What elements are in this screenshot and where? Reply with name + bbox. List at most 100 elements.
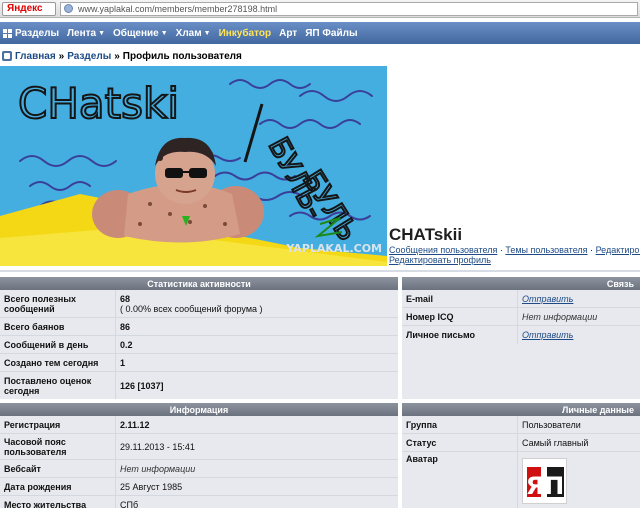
row-label: Дата рождения — [0, 478, 116, 495]
site-favicon-icon — [64, 4, 73, 13]
table-row: Сообщений в день 0.2 — [0, 336, 398, 354]
nav-item-label: ЯП Файлы — [305, 27, 358, 39]
info-panel: Информация Регистрация 2.11.12 Часовой п… — [0, 403, 398, 508]
grid-icon — [3, 28, 12, 38]
profile-links: Сообщения пользователя · Темы пользовате… — [389, 245, 640, 265]
breadcrumb-separator: » — [114, 50, 120, 62]
row-value: ЯП — [518, 452, 640, 508]
nav-item-junk[interactable]: Хлам ▼ — [176, 28, 211, 39]
send-email-link[interactable]: Отправить — [522, 294, 636, 304]
chevron-down-icon: ▼ — [160, 29, 168, 37]
table-row: Номер ICQ Нет информации — [402, 308, 640, 326]
row-value: 29.11.2013 - 15:41 — [120, 441, 195, 452]
breadcrumb-separator: » — [58, 50, 65, 62]
send-private-message-link[interactable]: Отправить — [522, 330, 636, 340]
useful-posts-share: ( 0.00% всех сообщений форума ) — [120, 303, 263, 314]
panel-header: Связь — [402, 277, 640, 290]
row-value: Отправить — [518, 326, 640, 344]
page: Яндекс www.yaplakal.com/members/member27… — [0, 0, 640, 508]
table-row: Группа Пользователи — [402, 416, 640, 434]
table-row: Статус Самый главный — [402, 434, 640, 452]
table-row: Регистрация 2.11.12 — [0, 416, 398, 434]
yandex-search-button[interactable]: Яндекс — [2, 1, 56, 16]
edit-profile-link[interactable]: Редактировать профиль — [389, 255, 491, 265]
table-row: Вебсайт Нет информации — [0, 460, 398, 478]
row-label: Часовой пояс пользователя — [0, 434, 116, 459]
breadcrumb-current: Профиль пользователя — [122, 50, 242, 62]
nav-item-label: Арт — [279, 27, 298, 39]
personal-data-panel: Личные данные Группа Пользователи Статус… — [402, 403, 640, 508]
row-value: Пользователи — [522, 419, 581, 430]
profile-links-row: Редактировать профиль — [389, 255, 640, 265]
panel-header: Личные данные — [402, 403, 640, 416]
nav-item-label: Лента — [67, 27, 97, 39]
row-label: Сообщений в день — [0, 336, 116, 353]
watermark-text: YAPLAKAL.COM — [285, 242, 382, 255]
row-label: Аватар — [402, 452, 518, 508]
row-label: Личное письмо — [402, 326, 518, 344]
table-row: Часовой пояс пользователя 29.11.2013 - 1… — [0, 434, 398, 460]
table-row: Создано тем сегодня 1 — [0, 354, 398, 372]
avatar-text-1: CHatski — [18, 79, 179, 128]
row-label: Группа — [402, 416, 518, 433]
contact-panel: Связь E-mail Отправить Номер ICQ Нет инф… — [402, 277, 640, 399]
useful-posts-count: 68 — [120, 293, 131, 304]
link-separator: · — [499, 245, 503, 255]
address-url: www.yaplakal.com/members/member278198.ht… — [78, 3, 278, 14]
row-value: Нет информации — [120, 463, 196, 474]
nav-item-sections[interactable]: Разделы — [3, 28, 59, 39]
table-row: Место жительства СПб — [0, 496, 398, 508]
breadcrumb: Главная » Разделы » Профиль пользователя — [2, 49, 242, 63]
panel-header: Статистика активности — [0, 277, 398, 290]
row-label: Номер ICQ — [402, 308, 518, 325]
yandex-label: Яндекс — [7, 2, 43, 14]
row-label: Всего полезных сообщений — [0, 290, 116, 317]
table-row: Всего баянов 86 — [0, 318, 398, 336]
profile-links-row: Сообщения пользователя · Темы пользовате… — [389, 245, 640, 255]
profile-avatar-image: CHatski БУЛЬ- БУЛЬ YAPLAKAL.COM — [0, 66, 387, 266]
nav-item-communication[interactable]: Общение ▼ — [113, 28, 168, 39]
row-label: Всего баянов — [0, 318, 116, 335]
row-label: Поставлено оценок сегодня — [0, 372, 116, 399]
row-value: 0.2 — [120, 339, 133, 350]
section-divider — [0, 270, 640, 272]
address-bar[interactable]: www.yaplakal.com/members/member278198.ht… — [60, 1, 638, 16]
profile-name: CHATskii — [389, 225, 463, 244]
row-label: Создано тем сегодня — [0, 354, 116, 371]
row-label: Вебсайт — [0, 460, 116, 477]
nav-item-incubator[interactable]: Инкубатор — [219, 28, 272, 39]
nav-item-files[interactable]: ЯП Файлы — [305, 28, 357, 39]
browser-toolbar: Яндекс www.yaplakal.com/members/member27… — [0, 0, 640, 18]
chevron-down-icon: ▼ — [203, 29, 211, 37]
row-value: 126 [1037] — [120, 380, 164, 391]
row-label: E-mail — [402, 290, 518, 307]
table-row: E-mail Отправить — [402, 290, 640, 308]
row-label: Место жительства — [0, 496, 116, 508]
row-value: 86 — [120, 321, 131, 332]
user-messages-link[interactable]: Сообщения пользователя — [389, 245, 497, 255]
row-value: 2.11.12 — [120, 419, 150, 430]
table-row: Всего полезных сообщений 68 ( 0.00% всех… — [0, 290, 398, 318]
link-separator: · — [590, 245, 594, 255]
row-value: 25 Август 1985 — [120, 481, 183, 492]
row-value: СПб — [120, 500, 139, 508]
user-avatar: ЯП — [522, 458, 567, 504]
table-row: Аватар ЯП — [402, 452, 640, 508]
row-label: Статус — [402, 434, 518, 451]
forum-icon — [2, 51, 12, 61]
edit-link-truncated[interactable]: Редактироват — [596, 245, 640, 255]
chevron-down-icon: ▼ — [98, 29, 106, 37]
row-value: Отправить — [518, 290, 640, 307]
nav-item-feed[interactable]: Лента ▼ — [67, 28, 105, 39]
table-row: Поставлено оценок сегодня 126 [1037] — [0, 372, 398, 399]
nav-item-art[interactable]: Арт — [279, 28, 297, 39]
user-topics-link[interactable]: Темы пользователя — [505, 245, 587, 255]
panel-header: Информация — [0, 403, 398, 416]
table-row: Личное письмо Отправить — [402, 326, 640, 344]
breadcrumb-sections-link[interactable]: Разделы — [67, 51, 111, 62]
avatar-logo-text: ЯП — [526, 472, 565, 500]
nav-item-label: Разделы — [15, 27, 59, 39]
site-nav: Разделы Лента ▼ Общение ▼ Хлам ▼ Инкубатор … — [0, 22, 640, 44]
breadcrumb-home-link[interactable]: Главная — [15, 51, 56, 62]
nav-item-label: Инкубатор — [218, 27, 272, 39]
